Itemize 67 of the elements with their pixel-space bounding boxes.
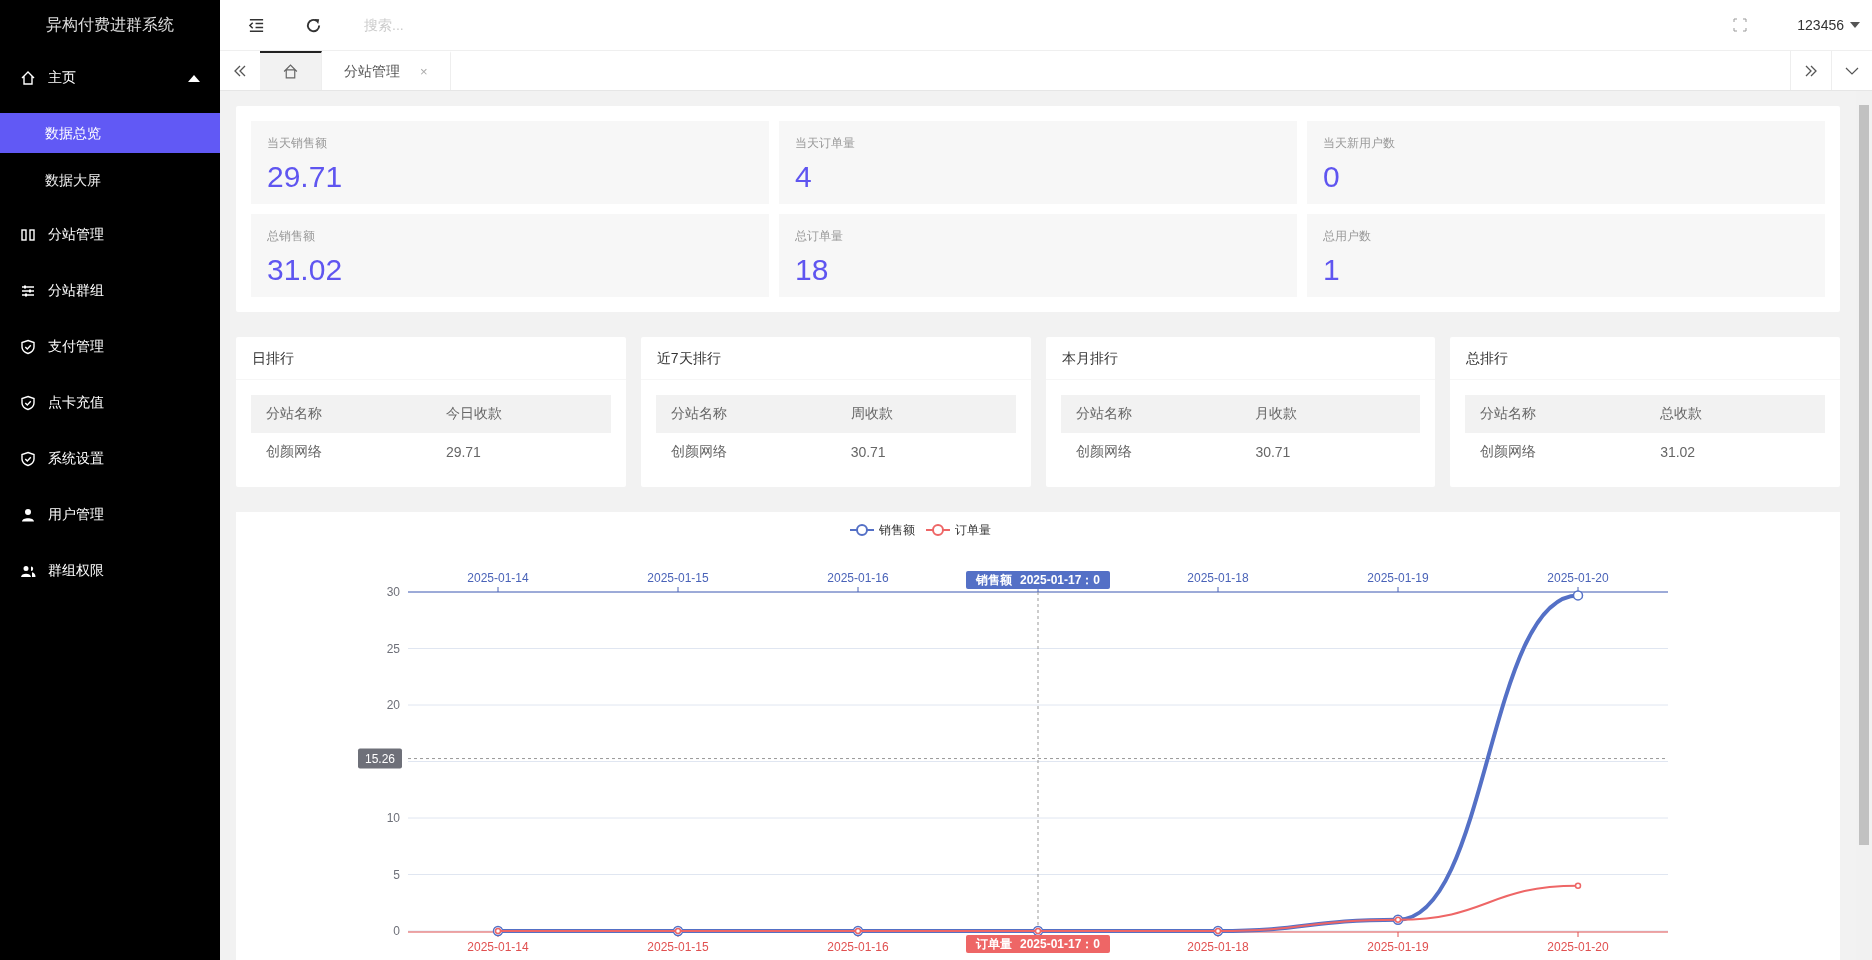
axis-pointer-label: 销售额 2025-01-17：0 — [966, 571, 1110, 589]
y-tick-label: 10 — [386, 811, 400, 825]
column-header: 分站名称 — [265, 405, 323, 423]
x-tick-label: 2025-01-20 — [1547, 571, 1609, 585]
column-header: 周收款 — [849, 405, 894, 423]
card-title: 近7天排行 — [640, 337, 1031, 380]
table-cell-text: 创颜网络 — [1479, 443, 1538, 461]
menu-label: 分站管理 — [48, 226, 105, 244]
x-tick-label: 2025-01-14 — [467, 571, 529, 585]
table-cell-text: 30.71 — [849, 444, 887, 460]
card-title: 本月排行 — [1045, 337, 1436, 380]
menu-label: 分站群组 — [48, 282, 105, 300]
stat-value: 18 — [795, 253, 830, 287]
menu-label: 支付管理 — [48, 338, 105, 356]
legend-label: 订单量 — [955, 523, 991, 537]
card-title: 日排行 — [236, 337, 626, 380]
y-tick-label: 30 — [386, 585, 400, 599]
stat-value: 1 — [1323, 253, 1341, 287]
y-tick-label: 0 — [393, 924, 400, 938]
axis-pointer-label: 订单量 2025-01-17：0 — [966, 935, 1110, 953]
column-header: 分站名称 — [1479, 405, 1538, 423]
table-cell-text: 创颜网络 — [1074, 443, 1133, 461]
x-tick-label: 2025-01-16 — [827, 940, 889, 954]
x-tick-label: 2025-01-18 — [1187, 571, 1249, 585]
stat-label: 当天销售额 — [267, 135, 328, 152]
stat-value: 0 — [1323, 160, 1341, 194]
stat-label: 总销售额 — [267, 228, 316, 245]
column-header: 分站名称 — [1074, 405, 1133, 423]
menu-label: 点卡充值 — [48, 394, 105, 412]
stat-value: 4 — [795, 160, 813, 194]
table-cell-text: 创颜网络 — [669, 443, 728, 461]
x-tick-label: 2025-01-19 — [1367, 940, 1429, 954]
x-tick-label: 2025-01-20 — [1547, 940, 1609, 954]
stat-label: 当天新用户数 — [1323, 135, 1396, 152]
y-tick-label: 25 — [386, 641, 400, 656]
column-header: 月收款 — [1254, 405, 1299, 423]
stat-label: 总订单量 — [795, 228, 844, 245]
menu-label: 用户管理 — [48, 506, 105, 524]
x-tick-label: 2025-01-18 — [1187, 940, 1249, 954]
column-header: 分站名称 — [669, 405, 728, 423]
menu-label: 系统设置 — [48, 450, 105, 468]
table-cell-text: 31.02 — [1659, 444, 1697, 460]
y-tick-label: 20 — [386, 698, 400, 712]
stat-label: 总用户数 — [1323, 228, 1372, 245]
app-title: 异构付费进群系统 — [45, 14, 175, 35]
menu-label: 主页 — [48, 69, 77, 87]
axis-pointer-label: 15.26 — [358, 748, 402, 769]
stat-value: 31.02 — [267, 253, 344, 287]
menu-label: 群组权限 — [48, 562, 105, 580]
x-tick-label: 2025-01-14 — [467, 940, 529, 954]
column-header: 今日收款 — [444, 405, 503, 423]
y-tick-label: 5 — [393, 867, 400, 882]
x-tick-label: 2025-01-16 — [827, 571, 889, 585]
stat-label: 当天订单量 — [795, 135, 856, 152]
legend-label: 销售额 — [878, 523, 915, 537]
x-tick-label: 2025-01-15 — [647, 571, 709, 585]
x-tick-label: 2025-01-15 — [647, 940, 709, 954]
ref-line-label: 15.26 — [364, 751, 396, 766]
tab-label: 分站管理 — [344, 62, 400, 81]
card-title: 总排行 — [1450, 337, 1840, 380]
x-tick-label: 2025-01-19 — [1367, 571, 1429, 585]
x-tick-label: 2025-01-17 — [1019, 573, 1082, 587]
table-cell-text: 创颜网络 — [265, 443, 323, 461]
table-cell-text: 30.71 — [1254, 444, 1292, 460]
table-cell-text: 29.71 — [444, 444, 482, 460]
stat-value: 29.71 — [267, 160, 344, 194]
column-header: 总收款 — [1659, 405, 1704, 423]
